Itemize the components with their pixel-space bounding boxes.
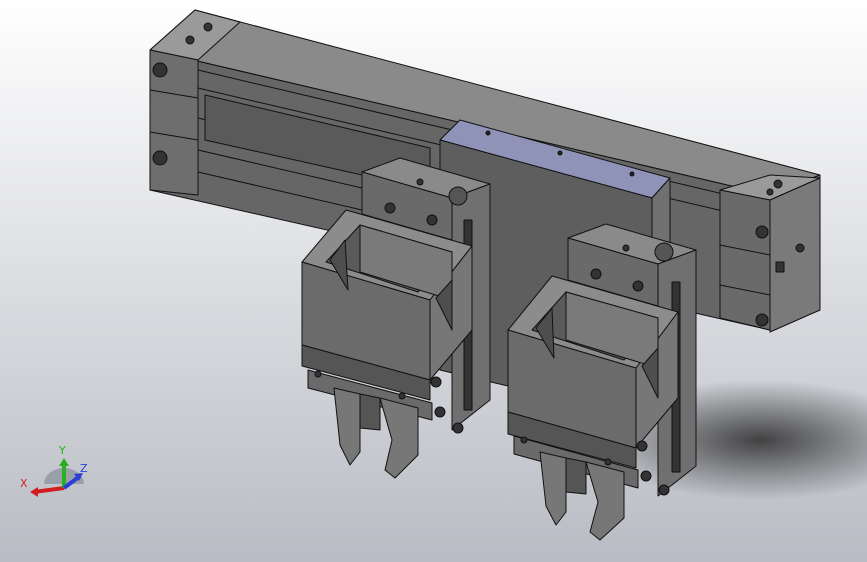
left-side-screw-2 (434, 406, 446, 418)
triad-x-label: X (20, 477, 28, 490)
left-side-screw-1 (430, 376, 442, 388)
left-mount-hole-1 (384, 202, 396, 214)
triad-z-label: Z (80, 462, 88, 475)
model-scene[interactable] (0, 0, 867, 562)
left-adjust-knob (448, 186, 468, 206)
right-side-screw-3 (658, 484, 670, 496)
right-endcap-screw-2 (766, 188, 774, 196)
right-mount-screw-1 (622, 244, 630, 252)
left-base-hole-2 (398, 392, 406, 400)
slider-hole-3 (629, 171, 635, 177)
left-endcap-port-1 (152, 62, 168, 78)
right-base-hole-2 (604, 458, 612, 466)
right-adjust-knob (654, 242, 674, 262)
right-base-hole-1 (520, 436, 528, 444)
left-base-hole-1 (314, 370, 322, 378)
left-endcap-port-2 (152, 150, 168, 166)
right-endcap-front (719, 189, 771, 331)
right-endcap-port-1 (755, 225, 769, 239)
left-mount-hole-2 (426, 214, 438, 226)
left-jaw-gap (359, 393, 381, 431)
right-endcap-port-4 (775, 261, 785, 273)
left-side-screw-3 (452, 422, 464, 434)
slider-hole-1 (485, 130, 491, 136)
slider-hole-2 (557, 150, 563, 156)
left-mount-screw-1 (416, 178, 424, 186)
right-mount-hole-2 (632, 280, 644, 292)
right-side-screw-2 (640, 470, 652, 482)
right-endcap-screw-1 (773, 179, 783, 189)
left-endcap-screw-2 (185, 35, 195, 45)
left-endcap-screw-1 (203, 22, 213, 32)
triad-y-label: Y (59, 444, 66, 457)
right-endcap-port-3 (795, 243, 805, 253)
right-endcap-port-2 (755, 313, 769, 327)
right-jaw-gap (565, 457, 587, 495)
cad-viewport[interactable]: X Y Z (0, 0, 867, 562)
right-side-screw-1 (636, 440, 648, 452)
right-endcap-side (769, 177, 821, 333)
right-mount-hole-1 (590, 268, 602, 280)
